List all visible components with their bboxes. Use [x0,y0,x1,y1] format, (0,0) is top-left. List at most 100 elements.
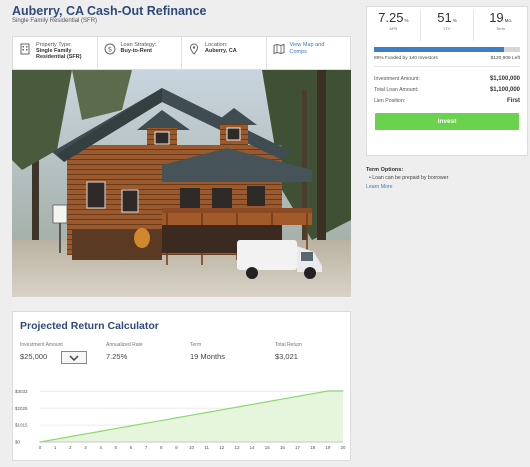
chevron-down-icon [69,354,79,361]
loan-strategy-value: Buy-to-Rent [120,48,152,54]
investment-amount-row: Investment Amount: $1,100,000 [374,73,520,84]
invest-button[interactable]: Invest [375,113,519,130]
data-point [115,427,117,430]
calc-term-label: Term [190,342,202,348]
calculator-title: Projected Return Calculator [20,320,159,332]
property-type-value: Single Family Residential (SFR) [36,48,82,60]
apr-value: 7.25 [378,10,404,25]
lien-position-row: Lien Position: First [374,95,520,106]
page-subtitle: Single Family Residential (SFR) [12,18,98,24]
apr-stat: 7.25% APR [367,10,421,41]
investment-amount-label: Investment Amount: [374,75,420,82]
data-point [221,409,223,411]
annualized-rate-field: Annualized Rate 7.25% [106,342,143,361]
data-point [281,398,283,400]
x-tick-label: 15 [265,445,271,450]
term-value: 19 [489,10,504,25]
dollar-icon: $ [104,43,115,55]
location-value: Auberry, CA [205,48,237,54]
property-photo [12,70,351,297]
x-tick-label: 20 [340,445,346,450]
data-point [190,414,193,416]
data-point [236,406,238,408]
x-tick-label: 5 [114,445,117,450]
calc-rate-label: Annualized Rate [106,342,143,348]
x-tick-label: 1 [54,445,57,450]
data-point [251,403,253,406]
term-options-title: Term Options: [366,167,404,173]
x-tick-label: 2 [69,445,72,450]
data-point [312,393,314,395]
total-loan-row: Total Loan Amount: $1,100,000 [374,84,520,95]
x-tick-label: 8 [160,445,163,450]
data-point [342,390,344,392]
lien-position-label: Lien Position: [374,97,406,104]
divider [374,66,520,67]
apr-unit: % [404,18,409,23]
ltv-unit: % [452,18,457,23]
ltv-label: LTV [443,26,451,31]
investment-amount-value: $1,100,000 [489,75,520,82]
term-option-item: • Loan can be prepaid by borrower [369,175,449,181]
ltv-stat: 51% LTV [421,10,475,41]
term-option-text: Loan can be prepaid by borrower [372,175,449,181]
x-tick-label: 0 [39,445,42,450]
x-tick-label: 3 [84,445,87,450]
lien-position-value: First [506,97,520,104]
property-info-bar: Property Type: Single Family Residential… [12,36,351,70]
term-stat: 19Mo. Term [474,10,527,41]
data-point [327,390,329,392]
data-point [54,438,56,440]
loan-stats-panel: 7.25% APR 51% LTV 19Mo. Term 89% Funded … [366,6,528,156]
apr-label: APR [389,26,398,31]
x-tick-label: 12 [219,445,225,450]
x-tick-label: 18 [310,445,316,450]
x-tick-label: 16 [280,445,286,450]
y-tick-label: $0 [15,440,21,445]
map-link-cell[interactable]: View Map and Comps [267,37,351,69]
ltv-value: 51 [437,10,452,25]
data-point [130,425,132,427]
total-return-field: Total Return $3,021 [275,342,302,361]
funding-progress-bar [374,47,520,52]
calc-rate-value: 7.25% [106,352,128,361]
data-point [266,401,268,403]
calc-total-value: $3,021 [275,352,298,361]
term-field: Term 19 Months [190,342,225,361]
map-icon [273,43,284,55]
x-tick-label: 9 [175,445,178,450]
view-map-link[interactable]: View Map and Comps [290,42,328,55]
y-tick-label: $2025 [15,406,28,411]
x-tick-label: 7 [145,445,148,450]
building-icon [20,43,30,55]
term-label: Term [496,26,506,31]
data-point [100,430,102,432]
funded-text: 89% Funded by 140 Investors [374,56,438,61]
x-tick-label: 14 [250,445,256,450]
total-loan-value: $1,100,000 [489,86,520,93]
x-tick-label: 19 [325,445,331,450]
calc-investment-label: Investment Amount [20,342,63,348]
data-point [296,395,299,397]
x-tick-label: 17 [295,445,301,450]
data-point [145,422,147,424]
location-cell: Location: Auberry, CA [182,37,267,69]
data-point [160,419,162,422]
learn-more-link[interactable]: Learn More [366,184,393,190]
investment-amount-dropdown[interactable] [61,351,87,364]
total-loan-label: Total Loan Amount: [374,86,419,93]
calc-total-label: Total Return [275,342,302,348]
property-type-cell: Property Type: Single Family Residential… [13,37,98,69]
x-tick-label: 11 [204,445,209,450]
funding-progress-fill [374,47,504,52]
calc-term-value: 19 Months [190,352,226,361]
loan-strategy-cell: $ Loan Strategy: Buy-to-Rent [98,37,182,69]
log-cabin-image [12,70,351,297]
x-tick-label: 13 [234,445,240,450]
svg-text:$: $ [107,46,111,54]
calc-investment-value[interactable]: $25,000 [20,352,63,361]
y-tick-label: $3033 [15,389,28,394]
x-tick-label: 4 [99,445,102,450]
data-point [175,417,177,419]
location-pin-icon [189,43,199,55]
